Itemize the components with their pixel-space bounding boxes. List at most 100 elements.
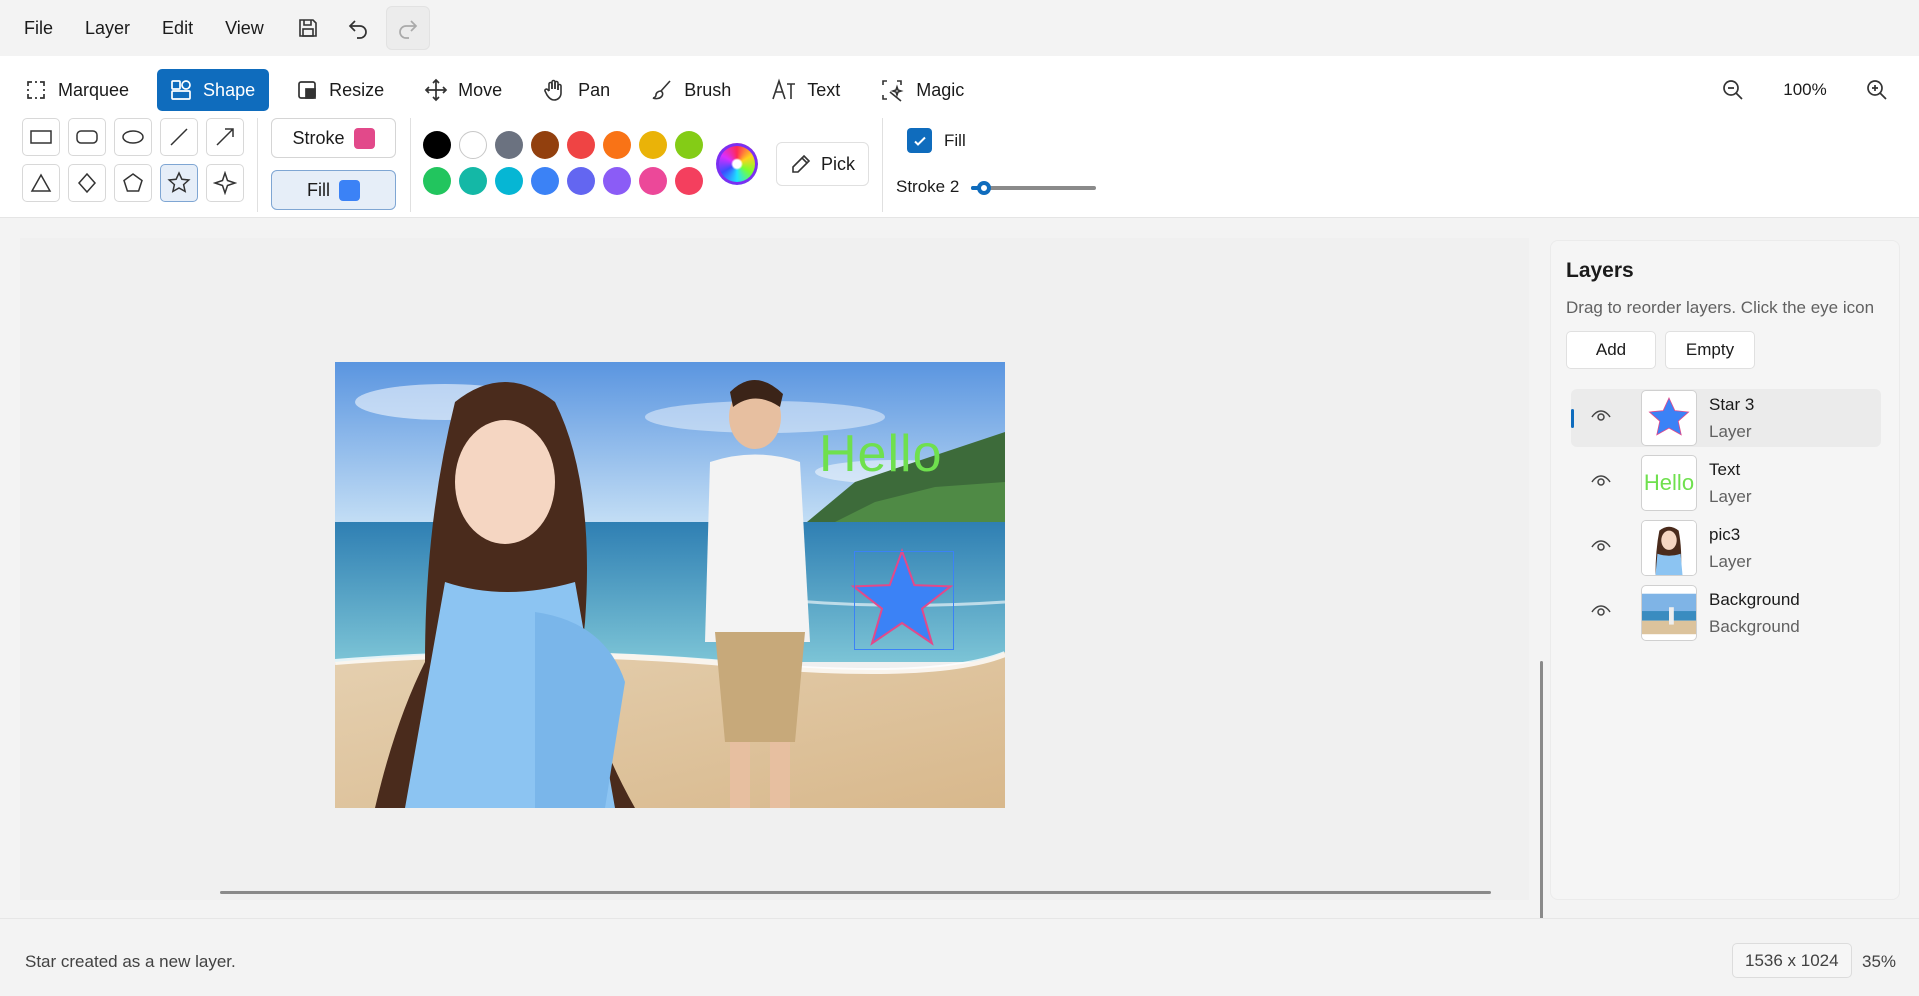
shape-ellipse-button[interactable]	[114, 118, 152, 156]
shape-sparkle-button[interactable]	[206, 164, 244, 202]
tool-label: Pan	[578, 79, 611, 100]
shape-rectangle-button[interactable]	[22, 118, 60, 156]
layer-row-pic3[interactable]: pic3 Layer	[1571, 519, 1881, 577]
sparkle-icon	[213, 171, 237, 195]
menu-edit[interactable]: Edit	[146, 12, 209, 45]
text-thumbnail: Hello	[1643, 470, 1695, 495]
ellipse-icon	[122, 130, 144, 144]
eye-icon[interactable]	[1590, 601, 1612, 623]
zoom-controls: 100%	[1711, 64, 1899, 116]
hello-text-layer: Hello	[819, 425, 943, 483]
layer-thumbnail	[1641, 520, 1697, 576]
palette-color-swatch[interactable]	[567, 167, 595, 195]
menu-view[interactable]: View	[209, 12, 280, 45]
brush-icon	[652, 80, 671, 100]
zoom-in-icon	[1867, 80, 1887, 100]
add-layer-button[interactable]: Add	[1566, 331, 1656, 369]
pick-color-button[interactable]: Pick	[776, 142, 869, 186]
palette-color-swatch[interactable]	[567, 131, 595, 159]
vertical-scrollbar[interactable]	[1540, 661, 1543, 924]
tool-label: Shape	[203, 79, 256, 100]
tool-row: Marquee Shape Resize Move Pan Brush Text	[0, 64, 992, 116]
palette-color-swatch[interactable]	[495, 167, 523, 195]
stroke-label: Stroke	[292, 127, 345, 148]
fill-checkbox-label: Fill	[944, 130, 966, 150]
palette-color-swatch[interactable]	[675, 167, 703, 195]
stroke-width-control: Stroke 2	[896, 177, 1097, 197]
palette-color-swatch[interactable]	[495, 131, 523, 159]
tool-magic[interactable]: Magic	[868, 69, 978, 111]
shapes-icon	[171, 80, 191, 100]
shape-picker	[22, 118, 244, 202]
layer-row-text[interactable]: Hello Text Layer	[1571, 454, 1881, 512]
fill-swatch	[339, 179, 360, 201]
zoom-out-icon	[1723, 80, 1743, 100]
layer-name: Star 3	[1709, 395, 1755, 414]
image-canvas[interactable]: Hello	[335, 362, 1005, 808]
fill-checkbox[interactable]: Fill	[907, 128, 966, 153]
eye-icon[interactable]	[1590, 471, 1612, 493]
layer-row-background[interactable]: Background Background	[1571, 584, 1881, 642]
tool-move[interactable]: Move	[412, 69, 516, 111]
stroke-swatch	[353, 127, 375, 149]
palette-color-swatch[interactable]	[423, 167, 451, 195]
eye-icon[interactable]	[1590, 536, 1612, 558]
undo-button[interactable]	[336, 6, 380, 50]
palette-color-swatch[interactable]	[459, 167, 487, 195]
fill-label: Fill	[307, 179, 330, 200]
redo-icon	[398, 20, 417, 39]
canvas-area[interactable]: Hello	[20, 238, 1543, 924]
shape-star-button[interactable]	[160, 164, 198, 202]
layer-type: Layer	[1709, 487, 1752, 506]
line-icon	[170, 128, 188, 146]
palette-color-swatch[interactable]	[459, 131, 487, 159]
stroke-width-slider[interactable]	[971, 180, 1097, 195]
shape-pentagon-button[interactable]	[114, 164, 152, 202]
shape-arrow-button[interactable]	[206, 118, 244, 156]
move-icon	[424, 78, 448, 102]
palette-color-swatch[interactable]	[531, 167, 559, 195]
layer-name: Text	[1709, 460, 1741, 479]
layer-thumbnail: Hello	[1641, 455, 1697, 511]
tool-marquee[interactable]: Marquee	[12, 69, 143, 111]
divider	[882, 118, 883, 212]
stroke-width-label: Stroke 2	[896, 177, 960, 196]
tool-label: Marquee	[58, 79, 130, 100]
custom-color-button[interactable]	[716, 143, 758, 185]
status-zoom: 35%	[1862, 952, 1897, 971]
shape-rounded-rectangle-button[interactable]	[68, 118, 106, 156]
palette-color-swatch[interactable]	[531, 131, 559, 159]
palette-color-swatch[interactable]	[423, 131, 451, 159]
palette-color-swatch[interactable]	[675, 131, 703, 159]
tool-shape[interactable]: Shape	[157, 69, 270, 111]
zoom-out-button[interactable]	[1711, 68, 1755, 112]
zoom-in-button[interactable]	[1855, 68, 1899, 112]
star-icon	[167, 171, 191, 193]
tool-pan[interactable]: Pan	[530, 69, 624, 111]
horizontal-scrollbar[interactable]	[220, 891, 1491, 894]
eye-icon[interactable]	[1590, 406, 1612, 428]
tool-brush[interactable]: Brush	[638, 69, 745, 111]
layer-thumbnail	[1641, 390, 1697, 446]
save-button[interactable]	[286, 6, 330, 50]
stroke-color-button[interactable]: Stroke	[271, 118, 396, 158]
triangle-icon	[30, 173, 52, 192]
palette-color-swatch[interactable]	[639, 167, 667, 195]
fill-color-button[interactable]: Fill	[271, 170, 396, 210]
shape-triangle-button[interactable]	[22, 164, 60, 202]
pentagon-icon	[123, 173, 143, 192]
shape-diamond-button[interactable]	[68, 164, 106, 202]
palette-color-swatch[interactable]	[639, 131, 667, 159]
tool-text[interactable]: Text	[759, 69, 854, 111]
tool-resize[interactable]: Resize	[283, 69, 398, 111]
shape-line-button[interactable]	[160, 118, 198, 156]
layer-row-star-3[interactable]: Star 3 Layer	[1571, 389, 1881, 447]
empty-layer-button[interactable]: Empty	[1665, 331, 1755, 369]
slider-thumb[interactable]	[976, 181, 991, 195]
selection-box[interactable]	[854, 551, 954, 650]
palette-color-swatch[interactable]	[603, 167, 631, 195]
menu-layer[interactable]: Layer	[69, 12, 146, 45]
redo-button[interactable]	[385, 6, 430, 50]
menu-file[interactable]: File	[8, 12, 69, 45]
palette-color-swatch[interactable]	[603, 131, 631, 159]
